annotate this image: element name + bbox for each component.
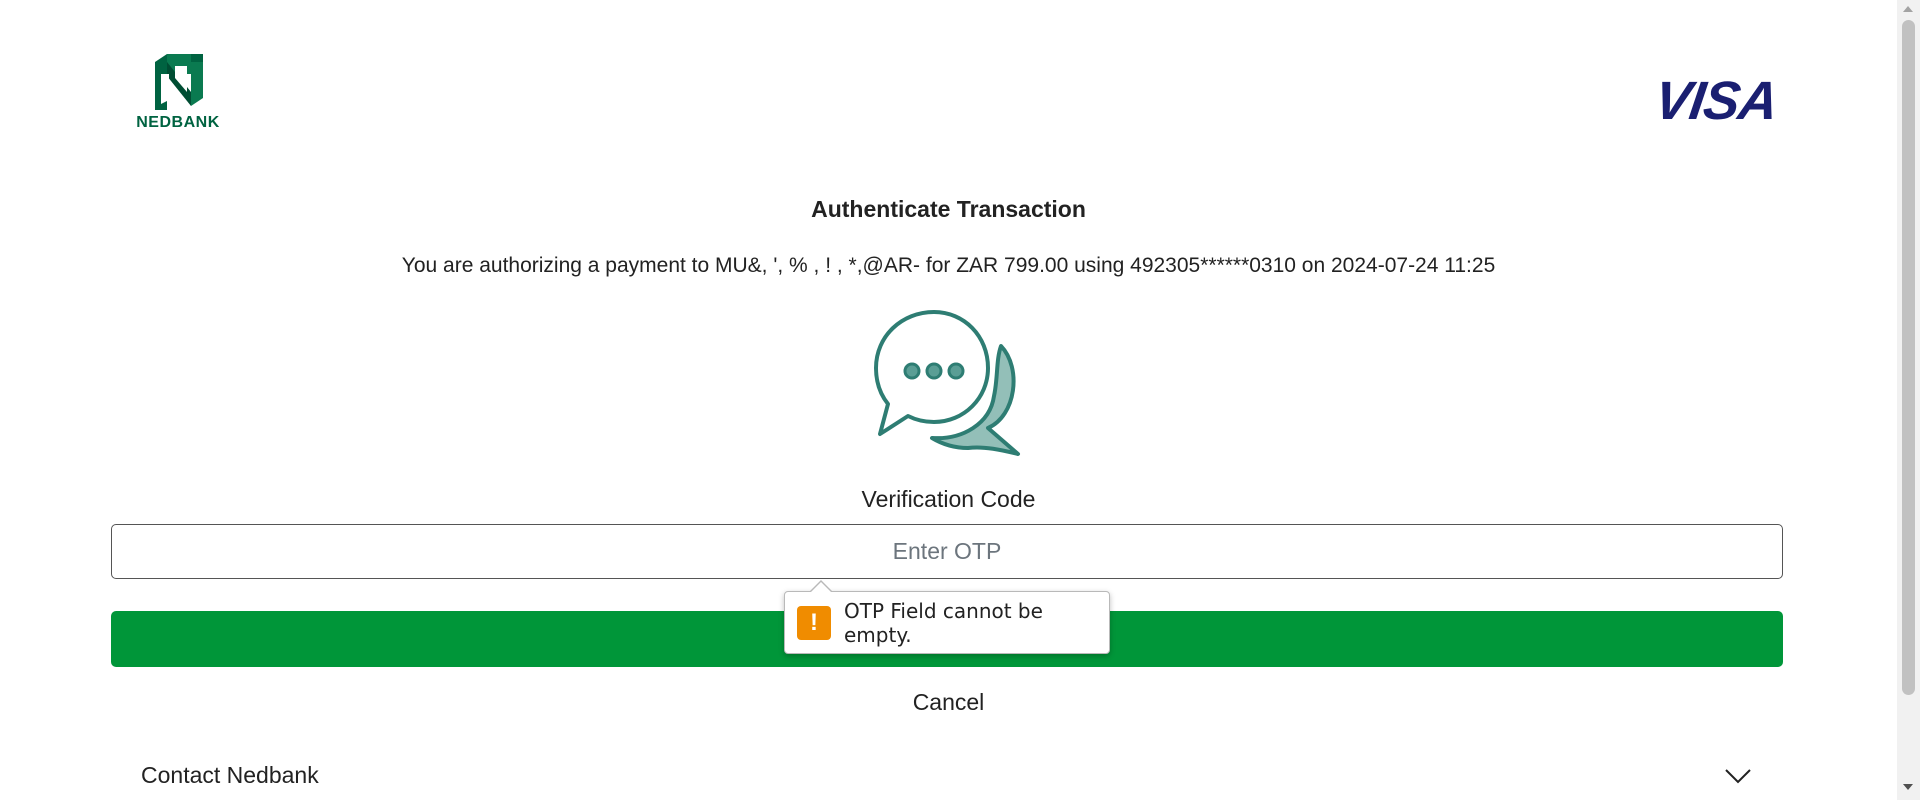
verification-code-label: Verification Code (861, 486, 1036, 512)
vertical-scrollbar[interactable] (1897, 0, 1920, 800)
contact-accordion[interactable]: Contact Nedbank (111, 748, 1783, 800)
chevron-down-icon[interactable] (1723, 766, 1753, 786)
page-title: Authenticate Transaction (811, 196, 1086, 222)
scroll-down-icon[interactable] (1903, 784, 1913, 790)
content-area: NEDBANK VISA Authenticate Transaction Yo… (0, 0, 1897, 800)
chat-bubbles-icon (870, 306, 1030, 458)
tooltip-arrow-inner (810, 582, 832, 593)
visa-wordmark: VISA (1650, 71, 1782, 131)
transaction-description: You are authorizing a payment to MU&, ',… (401, 254, 1496, 277)
validation-message: OTP Field cannot be empty. (844, 598, 1043, 647)
warning-icon: ! (797, 605, 831, 640)
visa-logo: VISA (1646, 71, 1786, 131)
contact-label: Contact Nedbank (141, 762, 319, 788)
validation-tooltip: ! OTP Field cannot be empty. (784, 580, 1110, 654)
nedbank-wordmark: NEDBANK (136, 114, 220, 131)
scroll-up-icon[interactable] (1903, 6, 1913, 12)
scroll-thumb[interactable] (1902, 20, 1915, 695)
page: NEDBANK VISA Authenticate Transaction Yo… (0, 0, 1920, 800)
nedbank-emblem-icon (155, 54, 203, 110)
nedbank-logo: NEDBANK (132, 52, 224, 142)
otp-input[interactable] (111, 524, 1783, 579)
cancel-button[interactable]: Cancel (0, 689, 1897, 716)
